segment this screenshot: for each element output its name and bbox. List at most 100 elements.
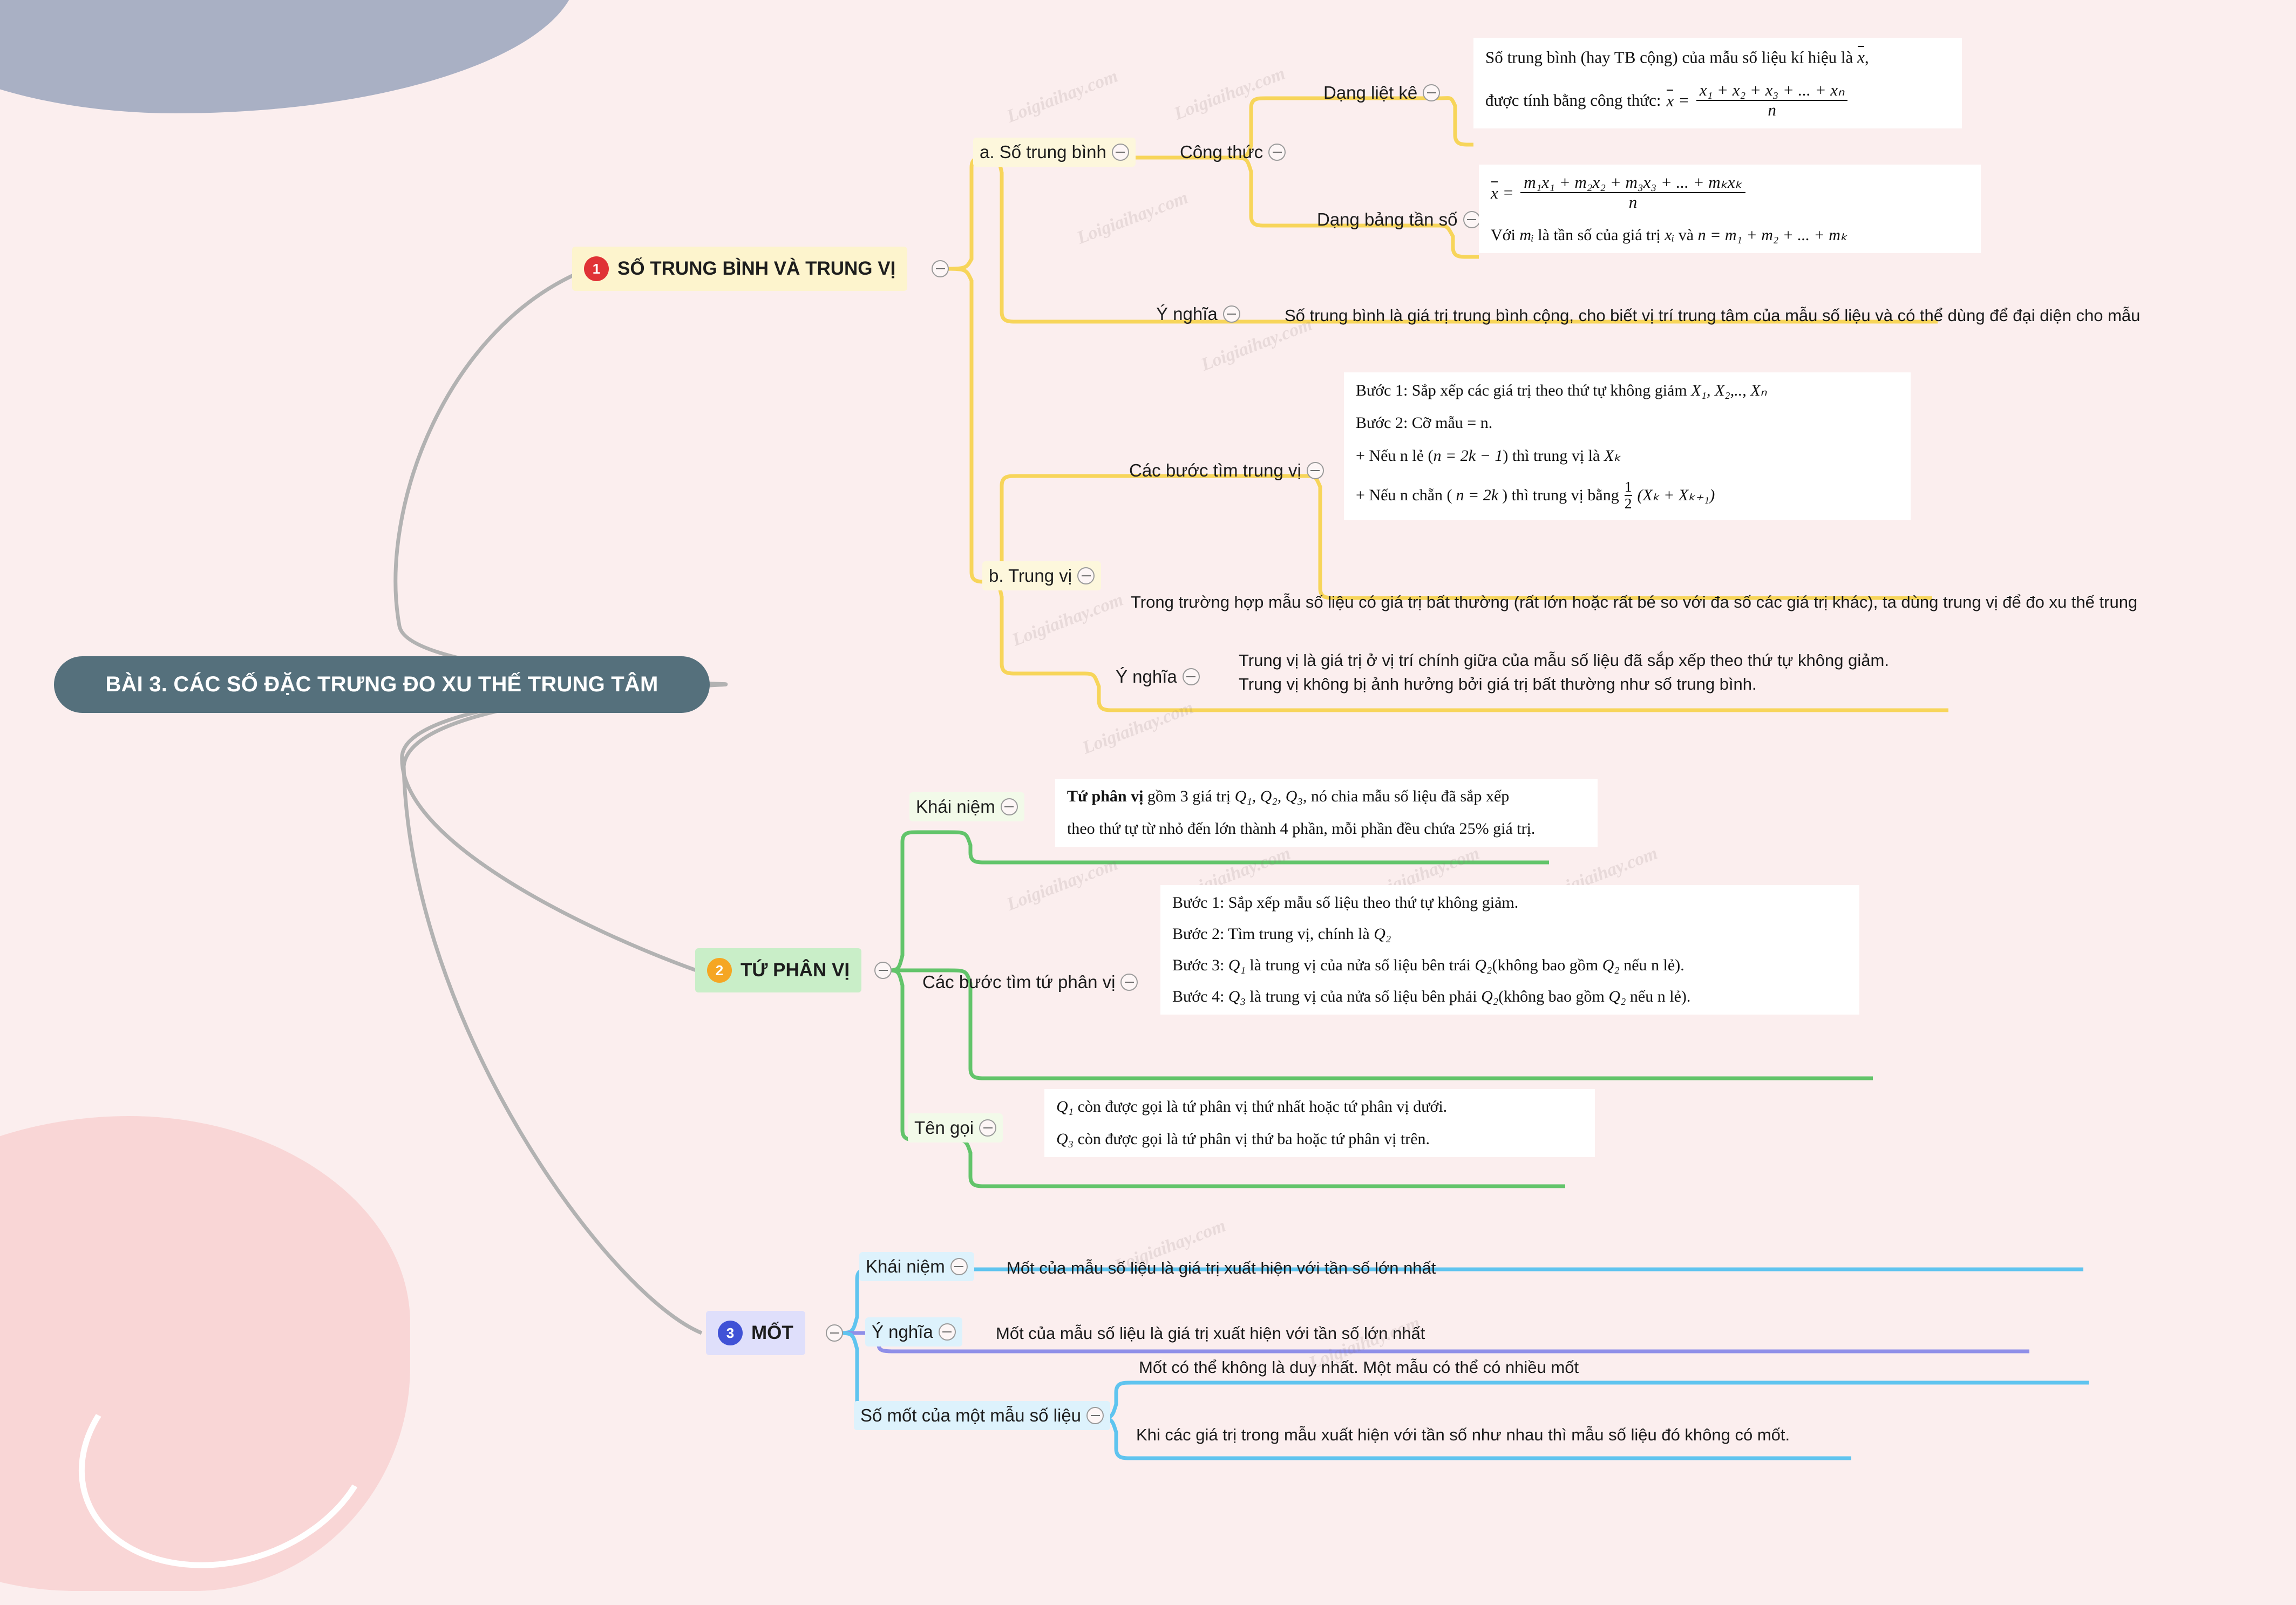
card-text: Số trung bình (hay TB cộng) của mẫu số l… bbox=[1485, 47, 1853, 67]
collapse-toggle-branch-1[interactable] bbox=[932, 260, 949, 277]
node-so-mot[interactable]: Số mốt của một mẫu số liệu bbox=[854, 1401, 1111, 1430]
symbol-q2: Q₂ bbox=[1475, 956, 1492, 974]
fraction-numerator: 1 bbox=[1624, 478, 1632, 495]
card-text: (không bao gồm bbox=[1498, 988, 1605, 1005]
text-so-mot-line-1: Mốt có thể không là duy nhất. Một mẫu có… bbox=[1139, 1358, 1579, 1377]
collapse-toggle-khai-niem-mot[interactable] bbox=[950, 1258, 968, 1275]
card-text-bold: Tứ phân vị bbox=[1067, 787, 1144, 805]
card-text: (không bao gồm bbox=[1492, 956, 1599, 974]
collapse-toggle-cac-buoc-tim-tu-phan-vi[interactable] bbox=[1120, 974, 1138, 991]
card-quartile-concept: Tứ phân vị gồm 3 giá trị Q₁, Q₂, Q₃, nó … bbox=[1055, 779, 1598, 847]
card-quartile-steps: Bước 1: Sắp xếp mẫu số liệu theo thứ tự … bbox=[1160, 885, 1859, 1015]
card-text: là trung vị của nửa số liệu bên trái bbox=[1249, 956, 1471, 974]
symbol-mi: mᵢ bbox=[1519, 226, 1534, 244]
collapse-toggle-branch-3[interactable] bbox=[826, 1324, 843, 1342]
node-y-nghia-mot[interactable]: Ý nghĩa bbox=[865, 1317, 962, 1346]
fraction-denominator: n bbox=[1768, 100, 1776, 120]
symbol-q2: Q₂ bbox=[1608, 988, 1626, 1005]
branch-node-1[interactable]: 1 SỐ TRUNG BÌNH VÀ TRUNG VỊ bbox=[572, 247, 908, 291]
card-text: Bước 1: Sắp xếp mẫu số liệu theo thứ tự … bbox=[1172, 894, 1519, 912]
node-cac-buoc-tim-trung-vi[interactable]: Các bước tìm trung vị bbox=[1123, 456, 1330, 485]
node-label: Ý nghĩa bbox=[872, 1322, 933, 1342]
symbol-x-series: X₁, X₂,.., Xₙ bbox=[1691, 382, 1767, 399]
card-text: Bước 1: Sắp xếp các giá trị theo thứ tự … bbox=[1356, 382, 1687, 399]
symbol-q2: Q₂ bbox=[1374, 925, 1391, 943]
collapse-toggle-ten-goi[interactable] bbox=[979, 1119, 997, 1137]
symbol-xk-sum: (Xₖ + Xₖ₊₁) bbox=[1637, 486, 1715, 505]
text-y-nghia-trung-binh: Số trung bình là giá trị trung bình cộng… bbox=[1285, 306, 2141, 325]
symbol-q3: Q₃ bbox=[1056, 1130, 1074, 1148]
card-text: Bước 2: Cỡ mẫu = n. bbox=[1356, 414, 1493, 432]
node-label: Khái niệm bbox=[916, 797, 995, 817]
branch-badge-1: 1 bbox=[584, 256, 609, 281]
card-text: là tần số của giá trị bbox=[1538, 226, 1661, 244]
card-text: gồm 3 giá trị bbox=[1147, 787, 1231, 805]
node-so-trung-binh[interactable]: a. Số trung bình bbox=[973, 138, 1136, 167]
collapse-toggle-y-nghia-trung-vi[interactable] bbox=[1182, 668, 1200, 685]
node-label: Số mốt của một mẫu số liệu bbox=[860, 1405, 1082, 1425]
collapse-toggle-so-trung-binh[interactable] bbox=[1111, 144, 1129, 161]
node-label: Tên gọi bbox=[914, 1118, 974, 1138]
fraction-denominator: 2 bbox=[1624, 494, 1632, 512]
node-label: Ý nghĩa bbox=[1116, 667, 1177, 686]
symbol-xbar: x bbox=[1666, 91, 1674, 111]
symbol-q1: Q₁ bbox=[1056, 1098, 1074, 1116]
symbol-xbar: x bbox=[1491, 183, 1498, 202]
card-text: là trung vị của nửa số liệu bên phải bbox=[1249, 988, 1477, 1005]
card-quartile-names: Q₁ còn được gọi là tứ phân vị thứ nhất h… bbox=[1044, 1089, 1595, 1157]
text-so-mot-line-2: Khi các giá trị trong mẫu xuất hiện với … bbox=[1136, 1425, 1790, 1444]
node-y-nghia-trung-vi[interactable]: Ý nghĩa bbox=[1109, 662, 1206, 691]
node-cong-thuc[interactable]: Công thức bbox=[1173, 138, 1292, 167]
symbol-xk: Xₖ bbox=[1604, 447, 1621, 465]
collapse-toggle-y-nghia-mot[interactable] bbox=[938, 1323, 956, 1341]
text-line-2: Trung vị không bị ảnh hưởng bởi giá trị … bbox=[1239, 675, 1757, 694]
card-text: Bước 4: bbox=[1172, 988, 1225, 1005]
text-y-nghia-trung-vi: Trung vị là giá trị ở vị trí chính giữa … bbox=[1239, 649, 2264, 696]
collapse-toggle-branch-2[interactable] bbox=[874, 962, 892, 979]
node-label: b. Trung vị bbox=[989, 566, 1072, 586]
card-text: và bbox=[1678, 226, 1694, 244]
node-trung-vi[interactable]: b. Trung vị bbox=[982, 561, 1102, 590]
collapse-toggle-trung-vi[interactable] bbox=[1077, 567, 1095, 584]
card-text: nếu n lẻ). bbox=[1629, 988, 1691, 1005]
collapse-toggle-cong-thuc[interactable] bbox=[1268, 144, 1286, 161]
card-text: Với bbox=[1491, 226, 1516, 244]
branch-node-3[interactable]: 3 MỐT bbox=[706, 1311, 805, 1355]
branch-badge-2: 2 bbox=[707, 958, 732, 983]
symbol-xi: xᵢ bbox=[1665, 226, 1675, 244]
collapse-toggle-dang-liet-ke[interactable] bbox=[1423, 84, 1441, 101]
node-khai-niem-mot[interactable]: Khái niệm bbox=[859, 1252, 974, 1281]
collapse-toggle-khai-niem-tu-phan-vi[interactable] bbox=[1000, 798, 1018, 815]
branch-title-2: TỨ PHÂN VỊ bbox=[741, 960, 850, 981]
card-text: còn được gọi là tứ phân vị thứ nhất hoặc… bbox=[1077, 1098, 1448, 1116]
root-node[interactable]: BÀI 3. CÁC SỐ ĐẶC TRƯNG ĐO XU THẾ TRUNG … bbox=[54, 656, 710, 713]
card-text: , nó chia mẫu số liệu đã sắp xếp bbox=[1302, 787, 1510, 805]
card-text: ) thì trung vị là bbox=[1503, 447, 1600, 465]
node-khai-niem-tu-phan-vi[interactable]: Khái niệm bbox=[909, 792, 1024, 821]
node-label: Khái niệm bbox=[866, 1256, 945, 1276]
node-label: Các bước tìm tứ phân vị bbox=[922, 972, 1116, 992]
fraction-denominator: n bbox=[1628, 192, 1638, 212]
collapse-toggle-y-nghia-trung-binh[interactable] bbox=[1222, 305, 1240, 323]
node-dang-bang-tan-so[interactable]: Dạng bảng tần số bbox=[1310, 205, 1487, 234]
symbol-q-series: Q₁, Q₂, Q₃ bbox=[1234, 787, 1303, 805]
card-text: + Nếu n chẵn ( bbox=[1356, 486, 1452, 504]
branch-node-2[interactable]: 2 TỨ PHÂN VỊ bbox=[695, 948, 862, 992]
node-ten-goi[interactable]: Tên gọi bbox=[908, 1113, 1003, 1142]
branch-title-3: MỐT bbox=[751, 1322, 793, 1343]
card-text: = bbox=[1503, 182, 1513, 202]
node-y-nghia-trung-binh[interactable]: Ý nghĩa bbox=[1150, 300, 1247, 329]
symbol-xbar: x bbox=[1857, 47, 1865, 67]
collapse-toggle-dang-bang-tan-so[interactable] bbox=[1463, 211, 1480, 228]
card-text: theo thứ tự từ nhỏ đến lớn thành 4 phần,… bbox=[1067, 820, 1536, 838]
node-cac-buoc-tim-tu-phan-vi[interactable]: Các bước tìm tứ phân vị bbox=[916, 968, 1144, 997]
collapse-toggle-so-mot[interactable] bbox=[1086, 1407, 1104, 1424]
symbol-q1: Q₁ bbox=[1228, 956, 1246, 974]
fraction-numerator: m₁x₁ + m₂x₂ + m₃x₃ + ... + mₖxₖ bbox=[1524, 173, 1742, 192]
node-dang-liet-ke[interactable]: Dạng liệt kê bbox=[1317, 78, 1446, 107]
collapse-toggle-cac-buoc-tim-trung-vi[interactable] bbox=[1306, 462, 1324, 479]
symbol-q2: Q₂ bbox=[1602, 956, 1620, 974]
symbol-n-odd: n = 2k − 1 bbox=[1433, 447, 1503, 465]
symbol-q2: Q₂ bbox=[1481, 988, 1499, 1005]
branch-badge-3: 3 bbox=[718, 1321, 743, 1345]
